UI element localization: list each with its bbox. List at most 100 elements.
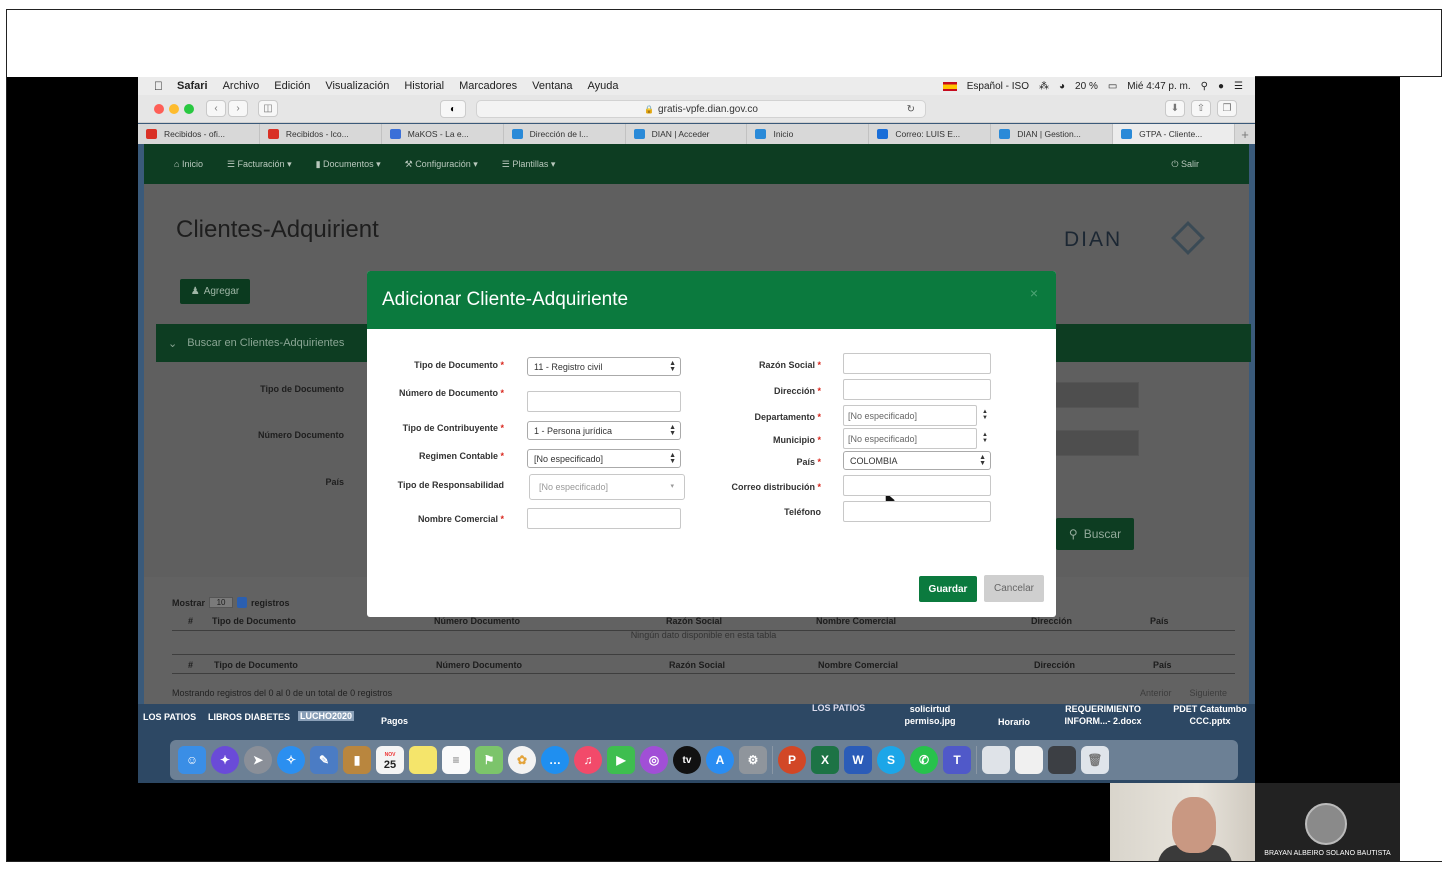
menu-historial[interactable]: Historial [404,80,444,92]
page-size-stepper-icon[interactable] [237,597,248,608]
desktop-item-solicitud[interactable]: solicirtud permiso.jpg [898,703,962,727]
facetime-icon[interactable]: ▶ [607,746,635,774]
menu-ayuda[interactable]: Ayuda [588,80,619,92]
desktop-item-horario[interactable]: Horario [998,716,1030,728]
stickies-icon[interactable] [409,746,437,774]
logout-link[interactable]: ⏻ Salir [1171,159,1199,170]
menu-ventana[interactable]: Ventana [532,80,572,92]
trade-name-input[interactable] [527,508,681,529]
tab-makos[interactable]: MaKOS - La e... [382,124,504,144]
whatsapp-icon[interactable]: ✆ [910,746,938,774]
nav-documentos[interactable]: ▮ Documentos ▾ [316,159,381,170]
tabs-overview-icon[interactable]: ❐ [1217,100,1237,117]
reload-icon[interactable]: ↻ [907,104,915,115]
preview-icon[interactable]: ✎ [310,746,338,774]
participant-tile[interactable]: BRAYAN ALBEIRO SOLANO BAUTISTA [1255,783,1400,861]
address-input[interactable] [843,379,991,400]
launchpad-icon[interactable]: ➤ [244,746,272,774]
filter-field-2[interactable] [1049,430,1139,456]
save-button[interactable]: Guardar [919,576,977,602]
spotlight-icon[interactable]: ⚲ [1201,81,1208,92]
skype-icon[interactable]: S [877,746,905,774]
wifi-icon[interactable]: ◕ [1059,81,1065,92]
tab-inicio[interactable]: Inicio [747,124,870,144]
screenshot-icon[interactable] [982,746,1010,774]
battery-percent[interactable]: 20 % [1075,81,1098,92]
desktop-item-los-patios-2[interactable]: LOS PATIOS [812,702,865,714]
spain-flag-icon[interactable] [942,81,957,91]
menu-visualizacion[interactable]: Visualización [325,80,389,92]
siri-menubar-icon[interactable]: ● [1218,81,1224,92]
messages-icon[interactable]: … [541,746,569,774]
bluetooth-icon[interactable]: ⁂ [1039,81,1049,92]
col-country[interactable]: País [1150,616,1169,626]
document-icon[interactable] [1015,746,1043,774]
col-index[interactable]: # [188,616,193,626]
department-select[interactable]: [No especificado] [843,405,977,426]
prev-page-link[interactable]: Anterior [1140,688,1172,698]
tab-correo[interactable]: Correo: LUIS E... [869,124,992,144]
menu-edicion[interactable]: Edición [274,80,310,92]
finder-icon[interactable]: ☺ [178,746,206,774]
responsibility-select[interactable]: [No especificado] ▾ [529,474,685,500]
privacy-shield-icon[interactable]: ◐ [440,100,466,118]
taxpayer-type-select[interactable]: 1 - Persona jurídica ▲ ▼ [527,421,681,440]
calendar-icon[interactable]: NOV 25 [376,746,404,774]
forward-icon[interactable]: › [228,100,248,117]
back-icon[interactable]: ‹ [206,100,226,117]
trash-icon[interactable]: 🗑 [1081,746,1109,774]
downloads-icon[interactable]: ⬇ [1165,100,1185,117]
word-icon[interactable]: W [844,746,872,774]
input-source[interactable]: Español - ISO [967,81,1029,92]
desktop-item-los-patios[interactable]: LOS PATIOS [143,711,196,723]
reminders-icon[interactable]: ≡ [442,746,470,774]
siri-icon[interactable]: ✦ [211,746,239,774]
safari-icon[interactable]: ✧ [277,746,305,774]
zoom-window-icon[interactable] [184,104,194,114]
close-window-icon[interactable] [154,104,164,114]
company-name-input[interactable] [843,353,991,374]
terminal-icon[interactable] [1048,746,1076,774]
teams-icon[interactable]: T [943,746,971,774]
col-company-name[interactable]: Razón Social [666,616,722,626]
podcasts-icon[interactable]: ◎ [640,746,668,774]
col-trade-name[interactable]: Nombre Comercial [816,616,896,626]
desktop-item-libros-diabetes[interactable]: LIBROS DIABETES [208,711,290,723]
tab-gmail-1[interactable]: Recibidos - ofi... [138,124,260,144]
col-address[interactable]: Dirección [1031,616,1072,626]
email-input[interactable] [843,475,991,496]
apple-menu-icon[interactable]:  [154,79,163,93]
tab-gmail-2[interactable]: Recibidos - lco... [260,124,382,144]
tab-gtpa[interactable]: GTPA - Cliente... [1113,124,1236,144]
powerpoint-icon[interactable]: P [778,746,806,774]
notes-brown-icon[interactable]: ▮ [343,746,371,774]
new-tab-icon[interactable]: + [1235,124,1255,144]
desktop-item-pagos[interactable]: Pagos [381,715,408,727]
add-client-button[interactable]: ♟ Agregar [180,279,250,304]
music-icon[interactable]: ♫ [574,746,602,774]
photos-icon[interactable]: ✿ [508,746,536,774]
menu-app[interactable]: Safari [177,80,208,92]
desktop-item-lucho2020[interactable]: LUCHO2020 [298,710,355,722]
search-button[interactable]: ⚲ Buscar [1056,518,1134,550]
col-doc-type[interactable]: Tipo de Documento [212,616,296,626]
control-center-icon[interactable]: ☰ [1234,81,1243,92]
modal-close-icon[interactable]: × [1030,285,1038,301]
menu-archivo[interactable]: Archivo [223,80,260,92]
sidebar-icon[interactable]: ◫ [258,100,278,117]
settings-icon[interactable]: ⚙ [739,746,767,774]
regime-select[interactable]: [No especificado] ▲ ▼ [527,449,681,468]
maps-icon[interactable]: ⚑ [475,746,503,774]
nav-inicio[interactable]: ⌂ Inicio [174,159,203,169]
desktop-item-requerimiento[interactable]: REQUERIMIENTO INFORM...- 2.docx [1058,703,1148,727]
nav-configuracion[interactable]: ⚒ Configuración ▾ [405,159,478,170]
desktop-item-pdet[interactable]: PDET Catatumbo CCC.pptx [1168,703,1252,727]
tab-dian-acceder[interactable]: DIAN | Acceder [626,124,748,144]
excel-icon[interactable]: X [811,746,839,774]
filter-field-1[interactable] [1049,382,1139,408]
appletv-icon[interactable]: tv [673,746,701,774]
page-size-select[interactable]: 10 [209,597,234,608]
municipality-stepper-icon[interactable]: ▲ ▼ [979,429,991,447]
share-icon[interactable]: ⇧ [1191,100,1211,117]
menu-marcadores[interactable]: Marcadores [459,80,517,92]
